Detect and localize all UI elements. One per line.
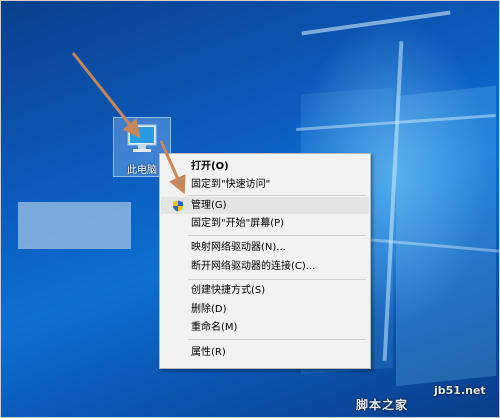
menu-item-map-drive[interactable]: 映射网络驱动器(N)... <box>161 239 369 256</box>
menu-item-delete[interactable]: 删除(D) <box>161 301 369 318</box>
menu-item-label: 管理(G) <box>191 200 227 211</box>
menu-item-manage[interactable]: 管理(G) <box>161 197 369 214</box>
context-menu: 打开(O) 固定到"快速访问" 管理(G) 固定到"开始"屏幕(P) 映射网络驱… <box>159 153 371 369</box>
menu-item-rename[interactable]: 重命名(M) <box>161 319 369 336</box>
uac-shield-icon <box>173 200 183 212</box>
watermark-name: 脚本之家 <box>356 398 409 412</box>
menu-item-pin-start[interactable]: 固定到"开始"屏幕(P) <box>161 215 369 232</box>
watermark-site: jb51.net <box>434 384 486 397</box>
menu-item-open[interactable]: 打开(O) <box>161 158 369 175</box>
desktop-background: 此电脑 打开(O) 固定到"快速访问" 管理(G) 固定到"开始"屏幕(P) 映… <box>0 0 500 418</box>
menu-item-create-shortcut[interactable]: 创建快捷方式(S) <box>161 282 369 299</box>
watermark: jb51.net 脚本之家 <box>356 384 499 417</box>
menu-item-disconnect-drive[interactable]: 断开网络驱动器的连接(C)... <box>161 258 369 275</box>
computer-icon <box>127 124 157 152</box>
wallpaper-light-beam <box>301 10 451 36</box>
blurred-desktop-item <box>18 202 131 249</box>
menu-separator <box>188 339 366 340</box>
menu-item-pin-quick-access[interactable]: 固定到"快速访问" <box>161 176 369 193</box>
wallpaper-light-panel <box>396 85 496 387</box>
menu-separator <box>188 235 366 236</box>
menu-separator <box>188 195 366 196</box>
menu-separator <box>188 279 366 280</box>
menu-item-properties[interactable]: 属性(R) <box>161 344 369 361</box>
